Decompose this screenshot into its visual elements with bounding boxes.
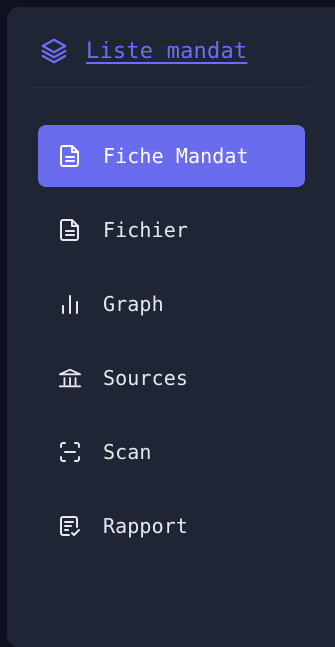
sidebar: Liste mandat Fiche Mandat Fichier Graph …: [7, 7, 335, 647]
sidebar-nav: Fiche Mandat Fichier Graph Sources Scan …: [38, 125, 305, 569]
scan-icon: [58, 440, 82, 464]
sidebar-item-rapport[interactable]: Rapport: [38, 495, 305, 557]
sidebar-item-label: Graph: [103, 292, 164, 316]
sidebar-item-scan[interactable]: Scan: [38, 421, 305, 483]
sidebar-item-label: Fiche Mandat: [103, 144, 249, 168]
report-icon: [58, 514, 82, 538]
sidebar-item-label: Rapport: [103, 514, 188, 538]
sidebar-item-label: Sources: [103, 366, 188, 390]
document-icon: [58, 144, 82, 168]
bar-chart-icon: [58, 292, 82, 316]
document-icon: [58, 218, 82, 242]
sidebar-item-graph[interactable]: Graph: [38, 273, 305, 335]
liste-mandat-link[interactable]: Liste mandat: [86, 39, 247, 64]
sidebar-item-sources[interactable]: Sources: [38, 347, 305, 409]
sidebar-item-fichier[interactable]: Fichier: [38, 199, 305, 261]
sidebar-header: Liste mandat: [38, 31, 247, 71]
sidebar-item-fiche-mandat[interactable]: Fiche Mandat: [38, 125, 305, 187]
header-divider: [29, 87, 309, 88]
sidebar-item-label: Fichier: [103, 218, 188, 242]
sidebar-item-label: Scan: [103, 440, 152, 464]
layers-icon: [38, 35, 70, 67]
building-icon: [58, 366, 82, 390]
